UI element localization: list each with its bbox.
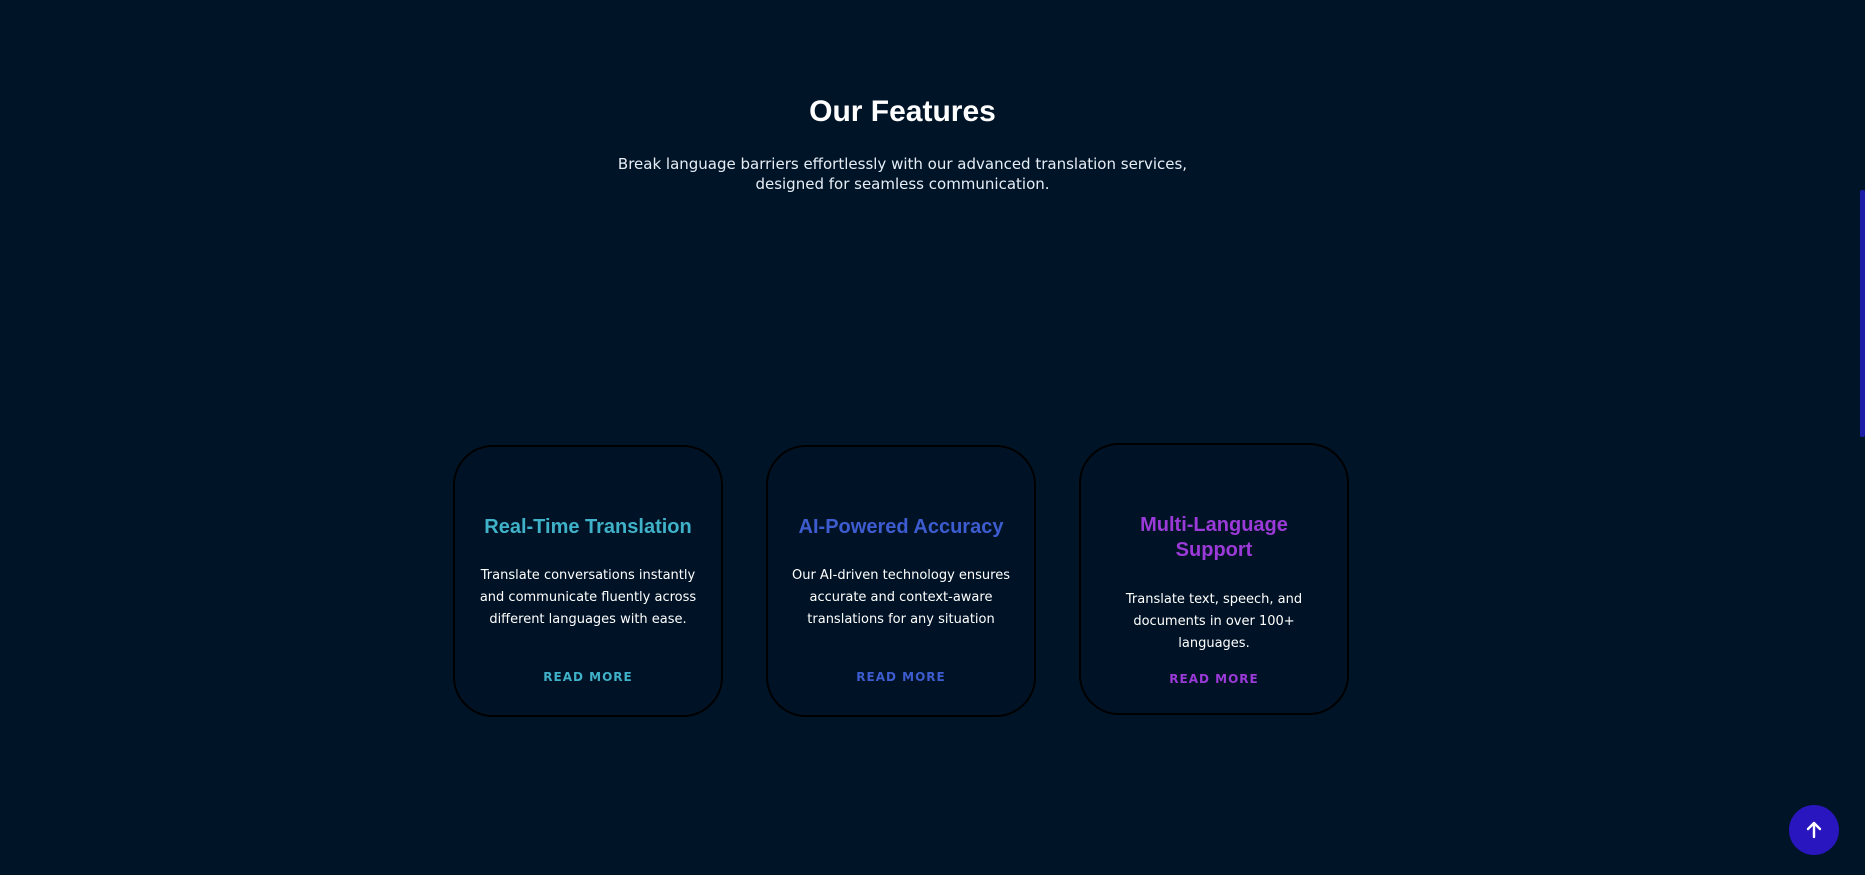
feature-card-ai-powered-accuracy: AI-Powered Accuracy Our AI-driven techno… bbox=[766, 445, 1036, 717]
card-description: Translate conversations instantly and co… bbox=[479, 568, 697, 627]
arrow-up-icon bbox=[1806, 821, 1822, 839]
card-title: Real-Time Translation bbox=[484, 516, 692, 538]
card-title: Multi-Language Support bbox=[1140, 514, 1288, 561]
scroll-to-top-button[interactable] bbox=[1789, 805, 1839, 855]
feature-card-multi-language-support: Multi-Language Support Translate text, s… bbox=[1079, 443, 1349, 715]
read-more-link[interactable]: READ MORE bbox=[856, 670, 945, 684]
card-description: Our AI-driven technology ensures accurat… bbox=[791, 568, 1011, 627]
card-description: Translate text, speech, and documents in… bbox=[1125, 592, 1303, 651]
feature-card-real-time-translation: Real-Time Translation Translate conversa… bbox=[453, 445, 723, 717]
scrollbar-thumb[interactable] bbox=[1860, 190, 1865, 437]
card-title: AI-Powered Accuracy bbox=[798, 516, 1004, 538]
read-more-link[interactable]: READ MORE bbox=[543, 670, 632, 684]
read-more-link[interactable]: READ MORE bbox=[1169, 672, 1258, 686]
section-title: Our Features bbox=[809, 95, 996, 128]
section-subtitle: Break language barriers effortlessly wit… bbox=[617, 155, 1188, 193]
